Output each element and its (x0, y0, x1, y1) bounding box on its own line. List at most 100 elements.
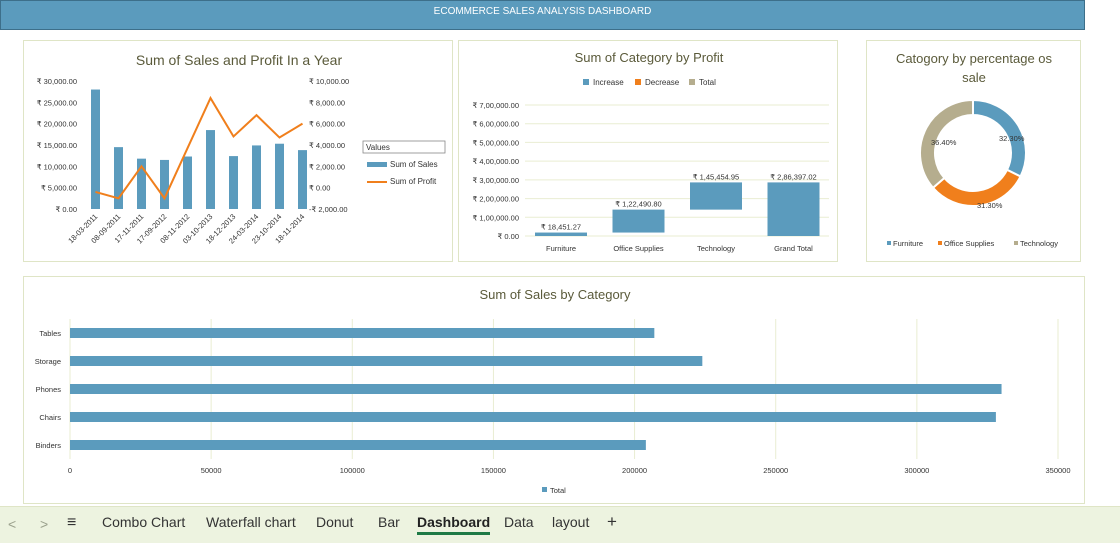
y-right-tick-label: ₹ 10,000.00 (309, 77, 349, 86)
legend-swatch (635, 79, 641, 85)
tab-waterfall-chart[interactable]: Waterfall chart (206, 514, 296, 530)
y-tick-label: Storage (35, 357, 61, 366)
sales-bar (298, 150, 307, 209)
x-tick-label: 0 (68, 466, 72, 475)
data-label: ₹ 1,45,454.95 (693, 172, 739, 181)
y-tick-label: ₹ 3,00,000.00 (473, 176, 519, 185)
y-right-tick-label: ₹ 4,000.00 (309, 141, 345, 150)
y-left-tick-label: ₹ 15,000.00 (37, 141, 77, 150)
hbar-chart-panel[interactable]: Sum of Sales by Category 0 50000 100000 1500… (23, 276, 1085, 504)
chart-title-line1: Catogory by percentage os (896, 51, 1053, 66)
waterfall-chart: Sum of Category by Profit Increase Decreas… (473, 50, 829, 253)
waterfall-chart-panel[interactable]: Sum of Category by Profit Increase Decreas… (458, 40, 838, 262)
prev-sheet-icon[interactable]: < (8, 516, 16, 532)
donut-chart: Catogory by percentage os sale 32.30% 31.30… (887, 51, 1058, 248)
tab-bar[interactable]: Bar (378, 514, 400, 530)
legend-swatch (1014, 241, 1018, 245)
profit-line (95, 95, 304, 201)
waterfall-bar (690, 182, 742, 210)
legend-label: Technology (1020, 239, 1058, 248)
data-label: ₹ 2,86,397.02 (770, 172, 816, 181)
chart-title: Sum of Sales by Category (479, 287, 631, 302)
tab-dashboard[interactable]: Dashboard (417, 514, 491, 535)
y-tick-label: ₹ 6,00,000.00 (473, 120, 519, 129)
y-right-tick-label: ₹ 0.00 (309, 184, 330, 193)
x-tick-label: 50000 (201, 466, 222, 475)
tab-data[interactable]: Data (504, 514, 534, 530)
add-sheet-icon[interactable]: + (607, 512, 617, 532)
y-tick-label: ₹ 5,00,000.00 (473, 138, 519, 147)
hbar (70, 356, 703, 366)
legend-swatch (689, 79, 695, 85)
hbar (70, 440, 646, 450)
x-tick-label: 200000 (622, 466, 647, 475)
y-left-tick-label: ₹ 10,000.00 (37, 162, 77, 171)
sales-bar (91, 89, 100, 209)
legend-label: Increase (593, 78, 624, 87)
dashboard-title: ECOMMERCE SALES ANALYSIS DASHBOARD (433, 6, 652, 17)
legend-label: Total (550, 486, 566, 495)
y-right-tick-label: -₹ 2,000.00 (309, 205, 348, 214)
chart-title: Sum of Sales and Profit In a Year (136, 52, 343, 68)
legend-swatch (938, 241, 942, 245)
sales-bar (114, 147, 123, 209)
legend-swatch (583, 79, 589, 85)
donut-chart-panel[interactable]: Catogory by percentage os sale 32.30% 31.30… (866, 40, 1081, 262)
legend-swatch (542, 487, 547, 492)
sales-bar (275, 143, 284, 209)
legend-profit-label: Sum of Profit (390, 177, 437, 186)
legend-sales-label: Sum of Sales (390, 160, 438, 169)
y-left-tick-label: ₹ 5,000.00 (41, 184, 77, 193)
x-tick-label: Grand Total (774, 244, 813, 253)
legend-label: Total (699, 78, 716, 87)
y-tick-label: ₹ 1,00,000.00 (473, 213, 519, 222)
chart-title-line2: sale (962, 70, 986, 85)
legend-title: Values (366, 143, 390, 152)
tab-donut[interactable]: Donut (316, 514, 353, 530)
data-label: ₹ 1,22,490.80 (615, 200, 661, 209)
legend-label: Decrease (645, 78, 680, 87)
waterfall-bar (767, 182, 820, 236)
x-tick-label: 300000 (904, 466, 929, 475)
legend-label: Office Supplies (944, 239, 995, 248)
y-tick-label: Binders (36, 441, 62, 450)
next-sheet-icon[interactable]: > (40, 516, 48, 532)
x-tick-label: 350000 (1045, 466, 1070, 475)
legend-swatch (887, 241, 891, 245)
tab-layout[interactable]: layout (552, 514, 589, 530)
slice-label: 32.30% (999, 134, 1025, 143)
y-left-tick-label: ₹ 30,000.00 (37, 77, 77, 86)
sales-bar (183, 156, 192, 209)
x-tick-label: Office Supplies (613, 244, 664, 253)
dashboard-banner: ECOMMERCE SALES ANALYSIS DASHBOARD (0, 0, 1085, 30)
waterfall-bar (612, 209, 665, 233)
data-label: ₹ 18,451.27 (541, 223, 581, 232)
combo-chart-panel[interactable]: Sum of Sales and Profit In a Year ₹ 30,00… (23, 40, 453, 262)
y-tick-label: Chairs (39, 413, 61, 422)
y-right-tick-label: ₹ 8,000.00 (309, 98, 345, 107)
slice-label: 31.30% (977, 201, 1003, 210)
x-tick-label: 150000 (481, 466, 506, 475)
y-tick-label: Tables (39, 329, 61, 338)
y-right-tick-label: ₹ 6,000.00 (309, 120, 345, 129)
sheet-tab-bar: < > ≡ Combo Chart Waterfall chart Donut … (0, 506, 1120, 543)
x-tick-label: Furniture (546, 244, 576, 253)
combo-chart: Sum of Sales and Profit In a Year ₹ 30,00… (37, 52, 446, 246)
hbar (70, 328, 655, 338)
y-tick-label: ₹ 2,00,000.00 (473, 195, 519, 204)
tab-combo-chart[interactable]: Combo Chart (102, 514, 185, 530)
y-tick-label: ₹ 4,00,000.00 (473, 157, 519, 166)
x-tick-label: 250000 (763, 466, 788, 475)
y-tick-label: ₹ 7,00,000.00 (473, 101, 519, 110)
y-tick-label: ₹ 0.00 (498, 232, 519, 241)
y-tick-label: Phones (36, 385, 62, 394)
legend-label: Furniture (893, 239, 923, 248)
x-tick-label: Technology (697, 244, 735, 253)
hbar (70, 412, 996, 422)
sales-bar (252, 145, 261, 209)
sheet-list-menu-icon[interactable]: ≡ (67, 514, 76, 532)
chart-title: Sum of Category by Profit (575, 50, 724, 65)
sales-bar (160, 159, 169, 209)
slice-label: 36.40% (931, 138, 957, 147)
y-right-tick-label: ₹ 2,000.00 (309, 162, 345, 171)
